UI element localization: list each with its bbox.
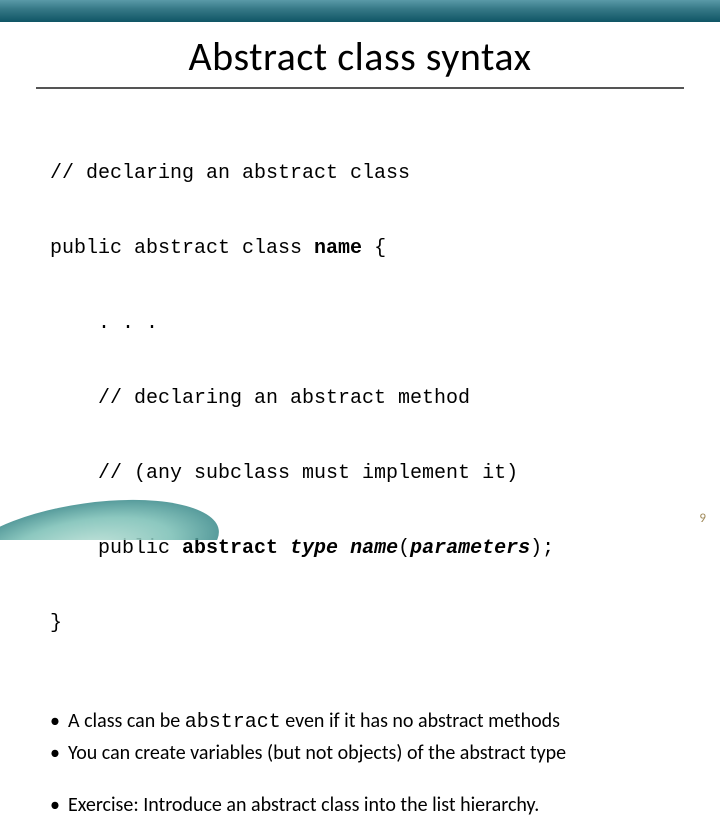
list-item: • A class can be abstract even if it has… (50, 708, 670, 736)
list-item: • Exercise: Introduce an abstract class … (50, 792, 670, 818)
bullet-text: Exercise: Introduce an abstract class in… (68, 792, 539, 818)
code-line: . . . (98, 311, 670, 336)
bullet-icon: • (50, 708, 60, 736)
code-line: // declaring an abstract class (50, 161, 670, 186)
bullet-icon: • (50, 792, 60, 818)
code-line: } (50, 611, 670, 636)
content-area: // declaring an abstract class public ab… (50, 111, 670, 818)
code-line: public abstract class name { (50, 236, 670, 261)
code-block: // declaring an abstract class public ab… (50, 111, 670, 686)
code-line: // declaring an abstract method (98, 386, 670, 411)
bullet-icon: • (50, 740, 60, 766)
decorative-accent (0, 485, 230, 540)
bullet-list: • A class can be abstract even if it has… (50, 708, 670, 818)
top-banner (0, 0, 720, 22)
title-area: Abstract class syntax (0, 32, 720, 89)
list-item: • You can create variables (but not obje… (50, 740, 670, 766)
slide-title: Abstract class syntax (0, 32, 720, 81)
title-underline (36, 87, 684, 89)
bullet-text: You can create variables (but not object… (68, 740, 566, 766)
bullet-text: A class can be abstract even if it has n… (68, 708, 560, 736)
code-line: // (any subclass must implement it) (98, 461, 670, 486)
page-number: 9 (699, 511, 706, 526)
